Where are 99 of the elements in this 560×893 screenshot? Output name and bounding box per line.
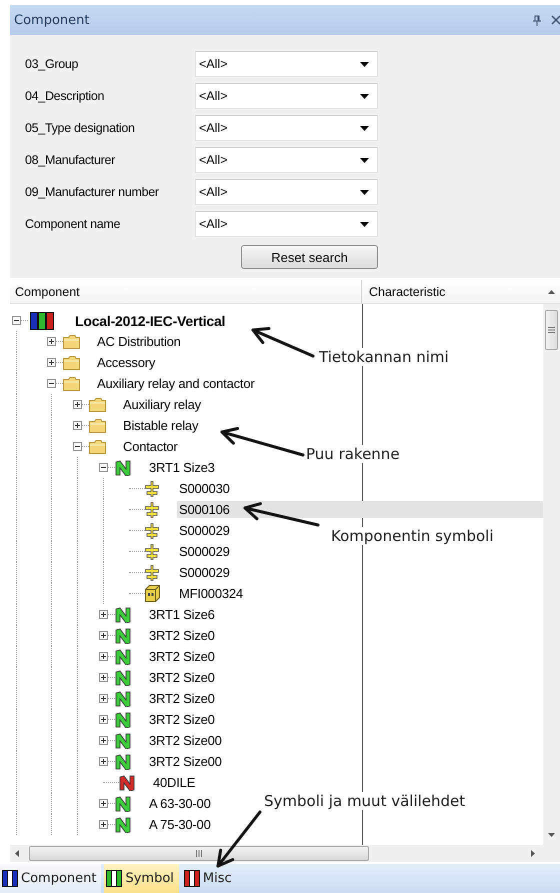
- symbol-icon: [145, 544, 159, 560]
- expander-icon[interactable]: [47, 337, 56, 346]
- tree-item[interactable]: 3RT2 Size00: [147, 753, 224, 770]
- filter-dropdown[interactable]: <All>: [195, 51, 378, 77]
- expander-icon[interactable]: [99, 736, 108, 745]
- folder-icon: [89, 418, 106, 432]
- filter-label: 04_Description: [25, 89, 106, 103]
- tree-item[interactable]: S000030: [177, 480, 232, 497]
- folder-icon: [63, 376, 80, 390]
- tree-item[interactable]: Auxiliary relay and contactor: [95, 375, 256, 392]
- filter-dropdown[interactable]: <All>: [195, 147, 378, 173]
- tree-item[interactable]: 3RT2 Size0: [147, 627, 217, 644]
- caret-icon: [360, 158, 369, 162]
- grip-icon: [196, 850, 202, 857]
- tab[interactable]: Component: [0, 864, 102, 893]
- tree-item[interactable]: Local-2012-IEC-Vertical: [73, 312, 228, 330]
- scroll-down-icon[interactable]: [548, 833, 555, 837]
- filter-dropdown[interactable]: <All>: [195, 83, 378, 109]
- annotation-text: Symboli ja muut välilehdet: [263, 792, 466, 810]
- tree-item[interactable]: S000029: [177, 522, 232, 539]
- tree-item[interactable]: 3RT1 Size6: [147, 606, 217, 623]
- filter-label: Component name: [25, 217, 122, 231]
- tree-item[interactable]: 3RT2 Size0: [147, 648, 217, 665]
- tree-item[interactable]: 3RT2 Size0: [147, 669, 217, 686]
- expander-icon[interactable]: [99, 757, 108, 766]
- database-icon: [30, 312, 54, 330]
- tree-item[interactable]: Bistable relay: [121, 417, 200, 434]
- horizontal-scrollbar[interactable]: [10, 845, 560, 862]
- expander-icon[interactable]: [99, 631, 108, 640]
- scroll-left-icon[interactable]: [15, 850, 19, 857]
- tree-item[interactable]: 3RT2 Size0: [147, 690, 217, 707]
- tree-item[interactable]: A 75-30-00: [147, 816, 213, 833]
- tree-item[interactable]: 3RT2 Size00: [147, 732, 224, 749]
- tree-item[interactable]: MFI000324: [177, 585, 245, 602]
- expander-icon[interactable]: [99, 715, 108, 724]
- caret-icon: [360, 94, 369, 98]
- tree-item[interactable]: 3RT1 Size3: [147, 459, 217, 476]
- expander-icon[interactable]: [99, 820, 108, 829]
- expander-icon[interactable]: [99, 463, 108, 472]
- filter-label: 03_Group: [25, 57, 80, 71]
- scrollbar-thumb[interactable]: [29, 846, 369, 861]
- panel-title: Component: [14, 12, 90, 28]
- vertical-scrollbar[interactable]: [543, 304, 560, 845]
- expander-icon[interactable]: [47, 379, 56, 388]
- folder-icon: [89, 440, 106, 454]
- folder-icon: [63, 334, 80, 348]
- tree-item[interactable]: Auxiliary relay: [121, 396, 203, 413]
- filter-label: 09_Manufacturer number: [25, 185, 160, 199]
- expander-icon[interactable]: [73, 421, 82, 430]
- grip-icon: [548, 327, 555, 333]
- symbol-icon: [145, 502, 159, 518]
- scrollbar-thumb[interactable]: [545, 310, 558, 350]
- folder-icon: [63, 356, 80, 370]
- filter-dropdown[interactable]: <All>: [195, 115, 378, 141]
- filter-label: 08_Manufacturer: [25, 153, 116, 167]
- symbol-icon: [145, 564, 159, 580]
- expander-icon[interactable]: [12, 316, 21, 325]
- expander-icon[interactable]: [73, 400, 82, 409]
- tree-item[interactable]: S000029: [177, 564, 232, 581]
- column-header[interactable]: Characteristic: [362, 280, 543, 303]
- tree-item[interactable]: 3RT2 Size0: [147, 711, 217, 728]
- tree-item[interactable]: 40DILE: [151, 774, 198, 791]
- part-icon: [145, 585, 160, 602]
- arrow: [216, 810, 262, 868]
- filter-dropdown[interactable]: <All>: [195, 211, 378, 237]
- close-icon[interactable]: [551, 15, 560, 25]
- pin-icon[interactable]: [533, 14, 541, 26]
- column-header[interactable]: Component: [10, 280, 362, 303]
- tab[interactable]: Symbol: [104, 864, 179, 893]
- scroll-up-icon[interactable]: [548, 290, 555, 294]
- tree-item[interactable]: S000106: [177, 501, 543, 518]
- scroll-right-icon[interactable]: [531, 850, 535, 857]
- filter-dropdown[interactable]: <All>: [195, 179, 378, 205]
- annotation-text: Tietokannan nimi: [318, 348, 450, 366]
- expander-icon[interactable]: [99, 694, 108, 703]
- caret-icon: [360, 190, 369, 194]
- arrow: [252, 327, 314, 358]
- tree-item[interactable]: AC Distribution: [95, 333, 183, 350]
- expander-icon[interactable]: [73, 442, 82, 451]
- tree-item[interactable]: Accessory: [95, 354, 158, 371]
- symbol-icon: [145, 522, 159, 538]
- folder-icon: [89, 398, 106, 412]
- caret-icon: [360, 126, 369, 130]
- tree-item[interactable]: Contactor: [121, 438, 180, 455]
- expander-icon[interactable]: [99, 673, 108, 682]
- annotation-text: Puu rakenne: [305, 445, 401, 463]
- filter-label: 05_Type designation: [25, 121, 136, 135]
- expander-icon[interactable]: [99, 652, 108, 661]
- tree-item[interactable]: S000029: [177, 543, 232, 560]
- annotation-text: Komponentin symboli: [330, 527, 494, 545]
- symbol-icon: [145, 480, 159, 496]
- caret-icon: [360, 62, 369, 66]
- reset-search-button[interactable]: Reset search: [241, 245, 378, 269]
- expander-icon[interactable]: [99, 799, 108, 808]
- expander-icon[interactable]: [47, 358, 56, 367]
- expander-icon[interactable]: [99, 610, 108, 619]
- caret-icon: [360, 222, 369, 226]
- tree-item[interactable]: A 63-30-00: [147, 795, 213, 812]
- tab[interactable]: Misc: [182, 864, 237, 893]
